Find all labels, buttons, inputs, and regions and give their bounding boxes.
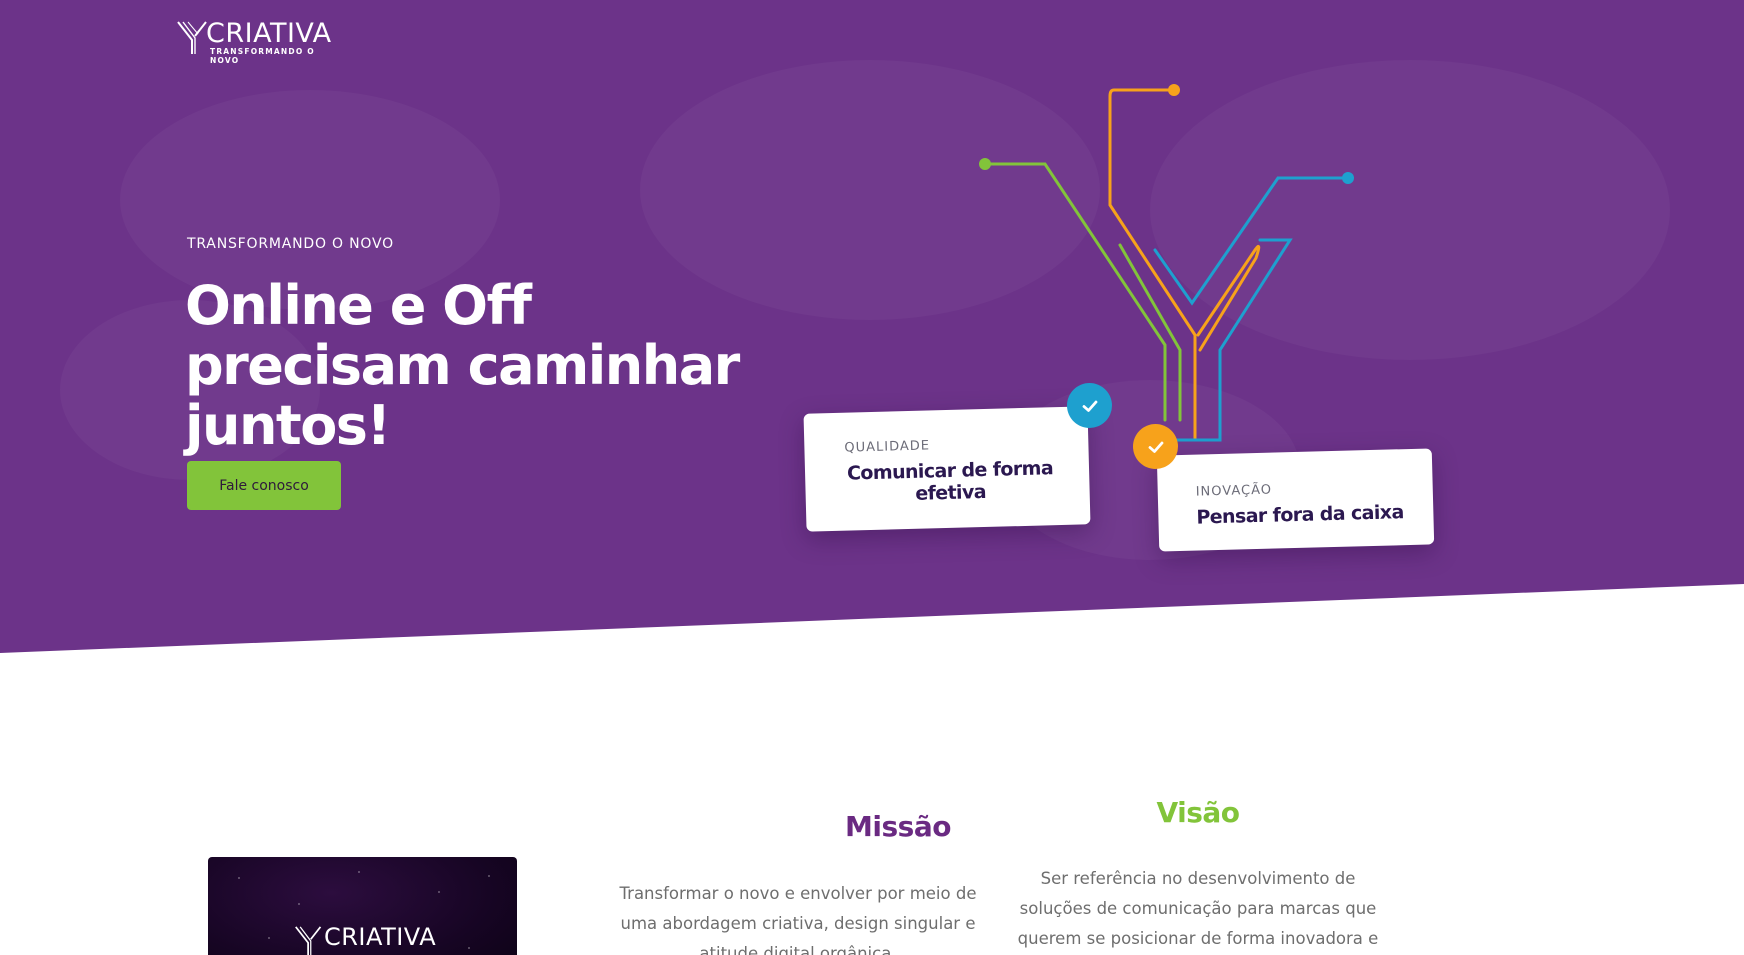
logo-wordmark: CRIATIVA [206, 18, 332, 49]
contact-button[interactable]: Fale conosco [187, 461, 341, 510]
vision-text: Ser referência no desenvolvimento de sol… [1017, 869, 1379, 948]
logo-tagline: TRANSFORMANDO O NOVO [210, 47, 315, 65]
hero-section: CRIATIVA TRANSFORMANDO O NOVO TRANSFORMA… [0, 0, 1744, 653]
hero-eyebrow: TRANSFORMANDO O NOVO [187, 236, 394, 252]
video-logo: CRIATIVA [294, 923, 444, 955]
card-label: INOVAÇÃO [1195, 482, 1273, 500]
vision-title: Visão [1156, 796, 1240, 829]
quality-card: QUALIDADE Comunicar de forma efetiva [803, 406, 1091, 532]
check-icon [1148, 441, 1163, 453]
innovation-card: INOVAÇÃO Pensar fora da caixa [1156, 448, 1435, 552]
hero-headline: Online e Off precisam caminhar juntos! [185, 274, 740, 457]
check-badge-blue [1067, 383, 1112, 428]
video-logo-wordmark: CRIATIVA [324, 923, 437, 951]
site-logo[interactable]: CRIATIVA TRANSFORMANDO O NOVO [176, 18, 336, 65]
video-thumbnail[interactable]: CRIATIVA [208, 857, 517, 955]
check-badge-orange [1133, 424, 1178, 469]
criativa-y-logo-icon [177, 21, 207, 54]
card-label: QUALIDADE [844, 438, 931, 456]
criativa-y-logo-icon [295, 926, 322, 955]
check-icon [1082, 400, 1097, 412]
mission-text: Transformar o novo e envolver por meio d… [619, 884, 977, 955]
card-text: Comunicar de forma efetiva [846, 457, 1054, 505]
card-text: Pensar fora da caixa [1196, 501, 1404, 529]
